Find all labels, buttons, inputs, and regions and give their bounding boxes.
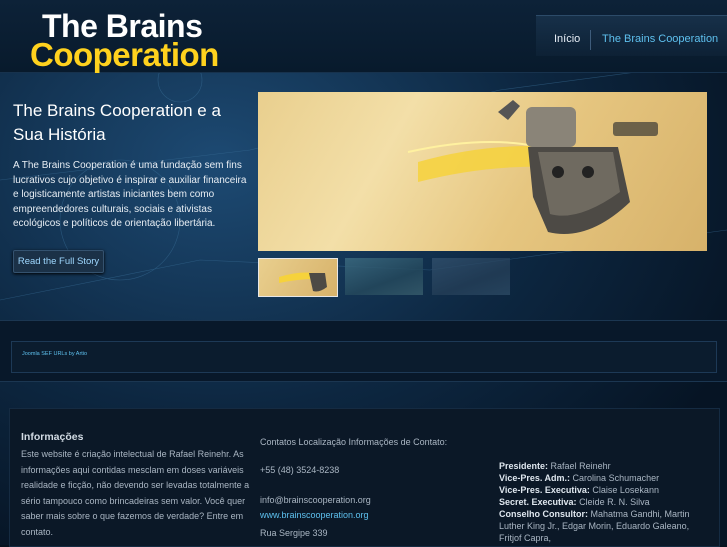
contact-phone: +55 (48) 3524-8238 (260, 465, 340, 475)
module-box: Joomla SEF URLs by Artio (11, 341, 717, 373)
hero-title: The Brains Cooperation e a Sua História (13, 101, 221, 144)
featured-slide-image[interactable] (258, 92, 707, 251)
slide-thumbnail-1[interactable] (258, 258, 338, 297)
role-row: Conselho Consultor: Mahatma Gandhi, Mart… (499, 508, 714, 544)
robot-thumbnail (279, 272, 327, 292)
info-text: Este website é criação intelectual de Ra… (21, 449, 250, 537)
role-label: Presidente: (499, 461, 549, 471)
site-header: The Brains Cooperation Início The Brains… (0, 0, 727, 73)
role-value: Cleide R. N. Silva (579, 497, 650, 507)
robot-illustration (407, 100, 658, 234)
site-logo[interactable]: The Brains Cooperation (30, 8, 240, 73)
nav-divider (590, 30, 591, 50)
nav-item-inicio[interactable]: Início (554, 33, 580, 45)
role-row: Vice-Pres. Executiva: Claise Losekann (499, 484, 714, 496)
role-value: Carolina Schumacher (572, 473, 660, 483)
role-label: Conselho Consultor: (499, 509, 588, 519)
footer-roles: Presidente: Rafael Reinehr Vice-Pres. Ad… (499, 460, 714, 544)
contact-address: Rua Sergipe 339 (260, 528, 328, 538)
main-nav: Início The Brains Cooperation (536, 15, 727, 56)
sef-urls-link[interactable]: Joomla SEF URLs by Artio (22, 351, 87, 357)
footer: Informações Este website é criação intel… (9, 408, 720, 547)
nav-item-brains-cooperation[interactable]: The Brains Cooperation (602, 33, 718, 45)
logo-line-2: Cooperation (30, 36, 219, 73)
footer-info: Informações Este website é criação intel… (21, 431, 251, 540)
slide-thumbnail-2[interactable] (345, 258, 423, 295)
role-value: Claise Losekann (592, 485, 659, 495)
role-label: Vice-Pres. Executiva: (499, 485, 590, 495)
role-value: Rafael Reinehr (550, 461, 611, 471)
role-label: Secret. Executiva: (499, 497, 577, 507)
slide-thumbnail-3[interactable] (432, 258, 510, 295)
role-label: Vice-Pres. Adm.: (499, 473, 571, 483)
hero-text: A The Brains Cooperation é uma fundação … (13, 160, 247, 230)
info-title: Informações (21, 431, 84, 443)
contact-heading: Contatos Localização Informações de Cont… (260, 437, 448, 447)
role-row: Presidente: Rafael Reinehr (499, 460, 714, 472)
module-strip: Joomla SEF URLs by Artio (0, 320, 727, 382)
contact-email: info@brainscooperation.org (260, 495, 371, 505)
role-row: Vice-Pres. Adm.: Carolina Schumacher (499, 472, 714, 484)
contact-website-link[interactable]: www.brainscooperation.org (260, 510, 369, 520)
read-full-story-button[interactable]: Read the Full Story (13, 250, 104, 273)
role-row: Secret. Executiva: Cleide R. N. Silva (499, 496, 714, 508)
